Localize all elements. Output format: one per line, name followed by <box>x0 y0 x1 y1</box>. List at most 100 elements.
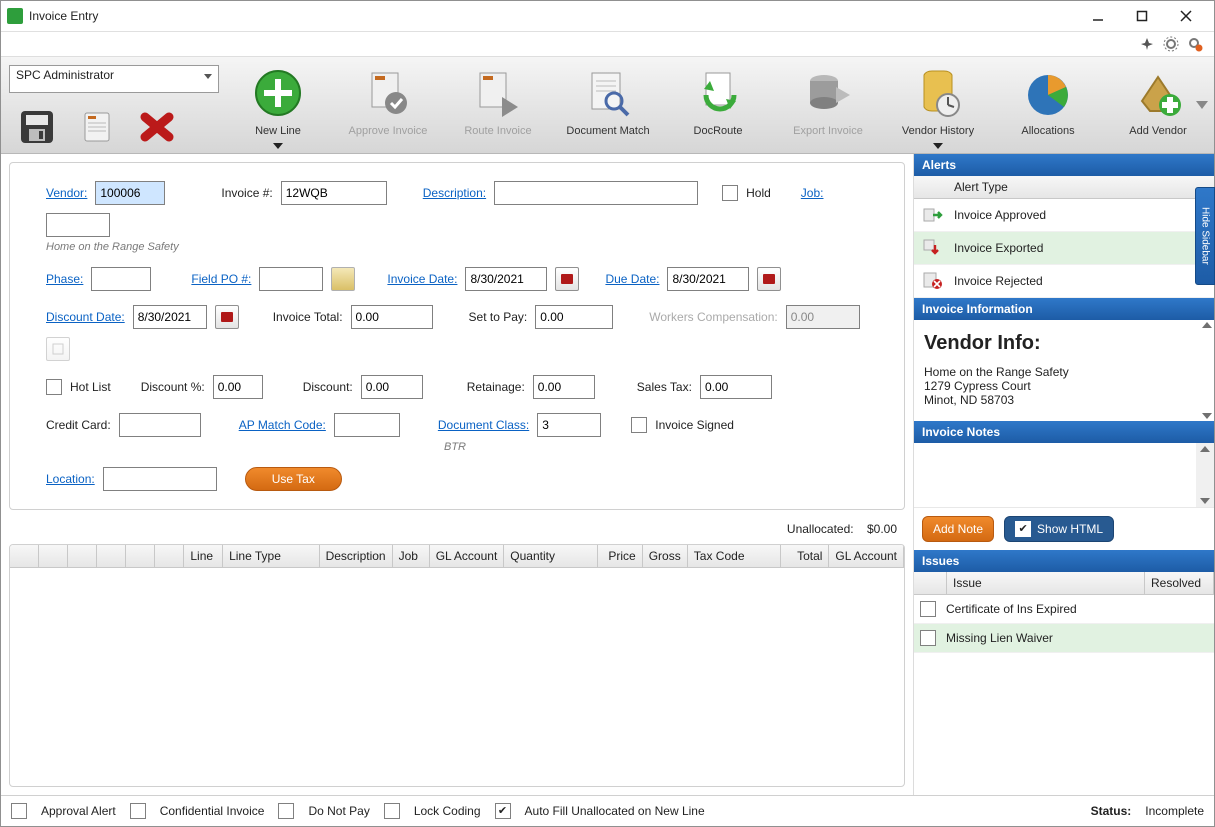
ap-match-input[interactable] <box>334 413 400 437</box>
doc-class-desc: BTR <box>444 441 868 453</box>
do-not-pay-checkbox[interactable] <box>278 803 294 819</box>
sales-tax-input[interactable] <box>700 375 772 399</box>
status-value: Incomplete <box>1145 804 1204 818</box>
add_vendor-icon <box>1130 65 1186 121</box>
notes-body[interactable] <box>914 443 1214 508</box>
hotlist-checkbox[interactable] <box>46 379 62 395</box>
notes-scrollbar[interactable] <box>1196 443 1214 507</box>
gear-alert-icon[interactable] <box>1186 35 1204 53</box>
alert-row[interactable]: Invoice Exported <box>914 232 1214 265</box>
phase-input[interactable] <box>91 267 151 291</box>
use-tax-button[interactable]: Use Tax <box>245 467 342 491</box>
hold-checkbox[interactable] <box>722 185 738 201</box>
admin-select[interactable]: SPC Administrator <box>9 65 219 93</box>
job-input[interactable] <box>46 213 110 237</box>
field-po-input[interactable] <box>259 267 323 291</box>
approval-alert-checkbox[interactable] <box>11 803 27 819</box>
issue-row[interactable]: Certificate of Ins Expired <box>914 595 1214 624</box>
set-to-pay-label: Set to Pay: <box>469 310 528 324</box>
ap-match-label[interactable]: AP Match Code: <box>239 418 326 432</box>
col-tax-code[interactable]: Tax Code <box>688 545 781 567</box>
discount-date-calendar-icon[interactable] <box>215 305 239 329</box>
field-po-lookup-icon[interactable] <box>331 267 355 291</box>
toolbar-new_line[interactable]: New Line <box>223 61 333 153</box>
dropdown-arrow-icon <box>933 143 943 149</box>
toolbar-allocations[interactable]: Allocations <box>993 61 1103 153</box>
credit-card-input[interactable] <box>119 413 201 437</box>
discount-date-input[interactable] <box>133 305 207 329</box>
discount-input[interactable] <box>361 375 423 399</box>
toolbar-vendor_hist[interactable]: Vendor History <box>883 61 993 153</box>
col-gross[interactable]: Gross <box>643 545 688 567</box>
field-po-label[interactable]: Field PO #: <box>191 272 251 286</box>
vendor-input[interactable] <box>95 181 165 205</box>
lock-coding-checkbox[interactable] <box>384 803 400 819</box>
col-gl-account[interactable]: GL Account <box>430 545 505 567</box>
toolbar-label: Vendor History <box>902 125 974 137</box>
save-button[interactable] <box>9 105 65 149</box>
gear-icon[interactable] <box>1162 35 1180 53</box>
col-total[interactable]: Total <box>781 545 829 567</box>
toolbar-doc_route[interactable]: DocRoute <box>663 61 773 153</box>
job-label[interactable]: Job: <box>801 186 824 200</box>
show-html-button[interactable]: Show HTML <box>1004 516 1114 542</box>
alert-icon <box>922 205 944 225</box>
invoice-date-input[interactable] <box>465 267 547 291</box>
invoice-date-calendar-icon[interactable] <box>555 267 579 291</box>
toolbar-expand-icon[interactable] <box>1196 101 1208 109</box>
due-date-calendar-icon[interactable] <box>757 267 781 291</box>
minimize-button[interactable] <box>1076 2 1120 30</box>
doc-class-input[interactable] <box>537 413 601 437</box>
col-price[interactable]: Price <box>598 545 643 567</box>
line-items-grid[interactable]: Line Line Type Description Job GL Accoun… <box>9 544 905 787</box>
autofill-checkbox[interactable] <box>495 803 511 819</box>
toolbar-doc_match[interactable]: Document Match <box>553 61 663 153</box>
discount-pct-input[interactable] <box>213 375 263 399</box>
due-date-input[interactable] <box>667 267 749 291</box>
doc-class-label[interactable]: Document Class: <box>438 418 529 432</box>
pin-icon[interactable] <box>1138 35 1156 53</box>
issue-text: Certificate of Ins Expired <box>946 602 1077 616</box>
issue-resolved-checkbox[interactable] <box>920 630 936 646</box>
vendor-label[interactable]: Vendor: <box>46 186 87 200</box>
location-label[interactable]: Location: <box>46 472 95 486</box>
col-description[interactable]: Description <box>320 545 393 567</box>
window-title: Invoice Entry <box>29 9 1076 23</box>
description-label[interactable]: Description: <box>423 186 486 200</box>
toolbar-approve: Approve Invoice <box>333 61 443 153</box>
phase-label[interactable]: Phase: <box>46 272 83 286</box>
vendor-info-title: Vendor Info: <box>924 332 1204 355</box>
issue-row[interactable]: Missing Lien Waiver <box>914 624 1214 653</box>
col-line-type[interactable]: Line Type <box>223 545 320 567</box>
alert-row[interactable]: Invoice Approved <box>914 199 1214 232</box>
col-quantity[interactable]: Quantity <box>504 545 597 567</box>
invoice-total-input[interactable] <box>351 305 433 329</box>
col-job[interactable]: Job <box>393 545 430 567</box>
confidential-checkbox[interactable] <box>130 803 146 819</box>
due-date-label[interactable]: Due Date: <box>605 272 659 286</box>
issue-resolved-checkbox[interactable] <box>920 601 936 617</box>
alert-row[interactable]: Invoice Rejected <box>914 265 1214 298</box>
app-icon <box>7 8 23 24</box>
invoice-signed-checkbox[interactable] <box>631 417 647 433</box>
delete-button[interactable] <box>129 105 185 149</box>
set-to-pay-input[interactable] <box>535 305 613 329</box>
add-note-button[interactable]: Add Note <box>922 516 994 542</box>
hide-sidebar-tab[interactable]: Hide Sidebar <box>1195 187 1215 285</box>
invoice-num-input[interactable] <box>281 181 387 205</box>
vendor-name-text: Home on the Range Safety <box>46 241 868 253</box>
description-input[interactable] <box>494 181 698 205</box>
autofill-label: Auto Fill Unallocated on New Line <box>525 804 705 818</box>
invoice-template-icon[interactable] <box>69 105 125 149</box>
invoice-date-label[interactable]: Invoice Date: <box>387 272 457 286</box>
close-button[interactable] <box>1164 2 1208 30</box>
maximize-button[interactable] <box>1120 2 1164 30</box>
location-input[interactable] <box>103 467 217 491</box>
discount-date-label[interactable]: Discount Date: <box>46 310 125 324</box>
col-gl-account-2[interactable]: GL Account <box>829 545 904 567</box>
col-line[interactable]: Line <box>184 545 223 567</box>
discount-pct-label: Discount %: <box>141 380 205 394</box>
workers-comp-input <box>786 305 860 329</box>
toolbar-label: Add Vendor <box>1129 125 1187 137</box>
retainage-input[interactable] <box>533 375 595 399</box>
